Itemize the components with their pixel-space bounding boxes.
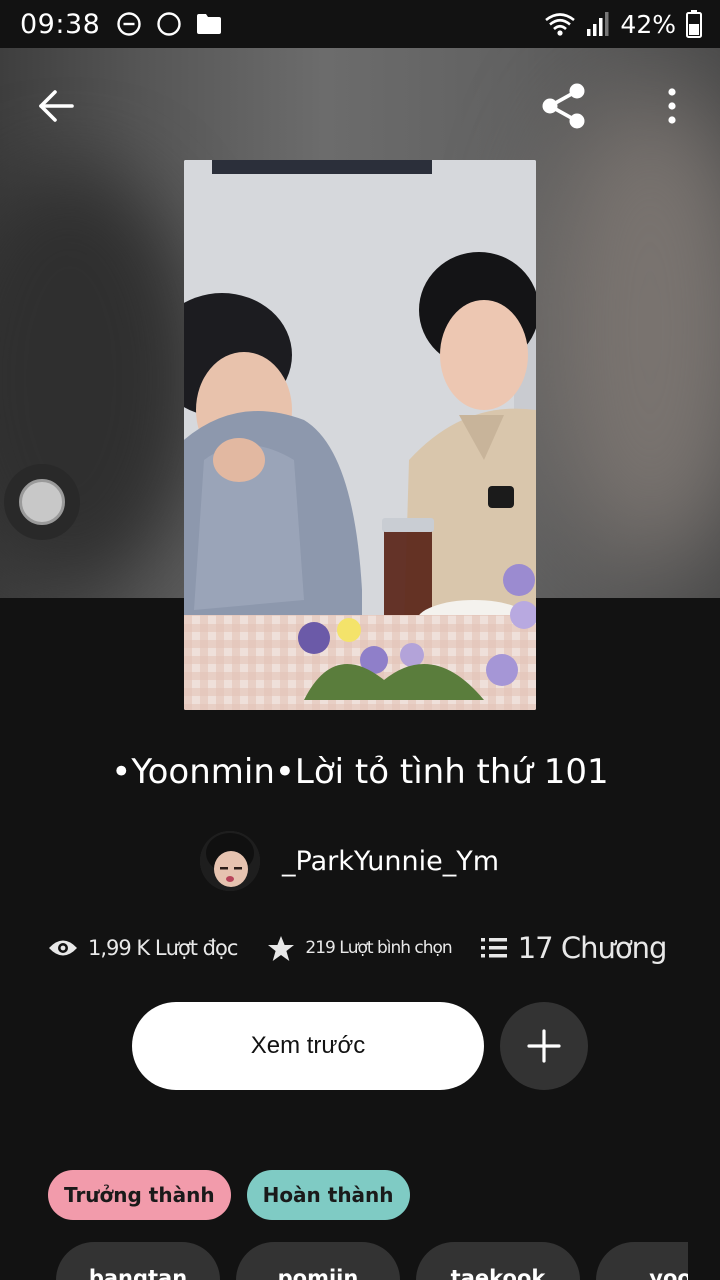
arrow-left-icon: [39, 90, 74, 122]
votes-count: 219 Lượt bình chọn: [305, 938, 452, 958]
share-button[interactable]: [534, 76, 594, 136]
top-app-bar: [0, 48, 720, 160]
preview-button[interactable]: Xem trước: [132, 1002, 484, 1090]
share-icon: [542, 83, 585, 129]
back-button[interactable]: [28, 78, 84, 134]
tag-mature: Trưởng thành: [48, 1170, 231, 1220]
add-to-library-button[interactable]: [500, 1002, 588, 1090]
eye-icon: [49, 940, 77, 956]
battery-percent: 42%: [620, 9, 676, 39]
backdrop-shade-right: [540, 88, 720, 568]
hashtag-list: bangtan pomjin taekook yoon: [56, 1242, 688, 1280]
assistive-touch-button[interactable]: [4, 464, 80, 540]
avatar-image: [200, 831, 260, 891]
wifi-icon: [545, 13, 576, 36]
hashtag-chip[interactable]: pomjin: [236, 1242, 400, 1280]
assistive-touch-icon: [19, 479, 65, 525]
plus-icon: [527, 1029, 561, 1063]
more-options-button[interactable]: [650, 78, 694, 134]
tag-complete: Hoàn thành: [246, 1170, 410, 1220]
do-not-disturb-icon: [117, 12, 142, 36]
folder-icon: [197, 14, 222, 34]
star-icon: [268, 935, 295, 961]
status-tags: Trưởng thành Hoàn thành: [48, 1170, 410, 1220]
author-avatar[interactable]: [200, 831, 260, 891]
status-left-icons: [116, 11, 222, 37]
story-title: •Yoonmin•Lời tỏ tình thứ 101: [111, 752, 609, 792]
signal-icon: [587, 12, 609, 36]
status-bar: 09:38 42%: [0, 0, 720, 48]
more-vertical-icon: [668, 88, 676, 124]
author-name[interactable]: _ParkYunnie_Ym: [282, 846, 499, 877]
circle-status-icon: [157, 12, 182, 36]
stat-reads: 1,99 K Lượt đọc: [48, 936, 238, 960]
hashtag-chip[interactable]: bangtan: [56, 1242, 220, 1280]
stat-votes: 219 Lượt bình chọn: [267, 935, 453, 962]
author-row[interactable]: _ParkYunnie_Ym: [200, 830, 499, 892]
status-right: 42%: [544, 0, 702, 48]
battery-icon: [686, 10, 702, 38]
chapters-count: 17 Chương: [517, 931, 668, 965]
status-time: 09:38: [20, 8, 101, 40]
story-stats: 1,99 K Lượt đọc 219 Lượt bình chọn 17 Ch…: [48, 924, 688, 972]
hashtag-chip[interactable]: taekook: [416, 1242, 580, 1280]
cover-photo: [184, 160, 536, 710]
hashtag-chip[interactable]: yoon: [596, 1242, 688, 1280]
stat-chapters[interactable]: 17 Chương: [480, 931, 667, 965]
list-icon: [480, 938, 507, 958]
story-cover-image[interactable]: [184, 160, 536, 710]
reads-count: 1,99 K Lượt đọc: [88, 936, 238, 960]
